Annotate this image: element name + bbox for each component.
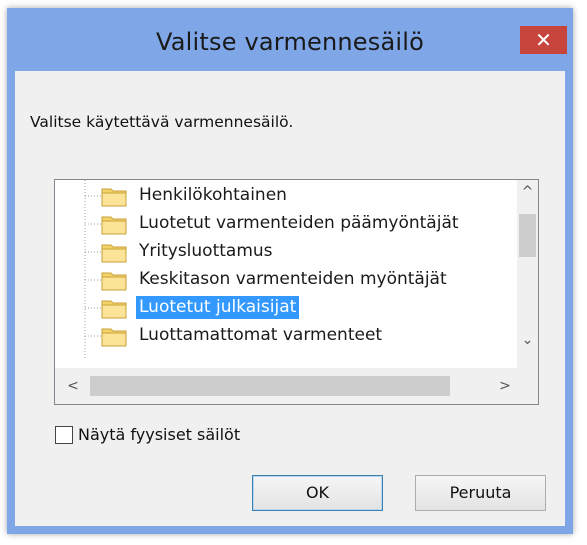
close-button[interactable]: ✕ xyxy=(520,26,567,54)
vertical-scroll-thumb[interactable] xyxy=(519,214,536,257)
tree-item-label: Keskitason varmenteiden myöntäjät xyxy=(139,269,447,289)
folder-icon xyxy=(101,328,127,347)
instruction-text: Valitse käytettävä varmennesäilö. xyxy=(30,113,294,131)
close-icon: ✕ xyxy=(535,28,552,52)
scrollbar-corner xyxy=(517,368,538,404)
show-physical-checkbox[interactable] xyxy=(55,426,73,444)
title-bar: Valitse varmennesäilö ✕ xyxy=(7,8,573,71)
scroll-down-button[interactable]: ⌄ xyxy=(517,330,538,350)
scroll-right-button[interactable]: > xyxy=(495,376,515,396)
show-physical-label[interactable]: Näytä fyysiset säilöt xyxy=(78,425,240,444)
tree-item-label: Yritysluottamus xyxy=(139,241,273,261)
tree-item-intermediate-ca[interactable]: Keskitason varmenteiden myöntäjät xyxy=(101,266,521,294)
tree-item-label: Henkilökohtainen xyxy=(139,185,287,205)
show-physical-stores[interactable]: Näytä fyysiset säilöt xyxy=(55,424,355,448)
horizontal-scroll-thumb[interactable] xyxy=(90,376,450,396)
tree-item-label: Luottamattomat varmenteet xyxy=(139,325,383,345)
tree-item-untrusted[interactable]: Luottamattomat varmenteet xyxy=(101,322,521,350)
folder-icon xyxy=(101,272,127,291)
scroll-left-button[interactable]: < xyxy=(63,376,83,396)
scroll-up-button[interactable]: ^ xyxy=(517,182,538,202)
tree-item-personal[interactable]: Henkilökohtainen xyxy=(101,182,521,210)
vertical-scrollbar[interactable]: ^ ⌄ xyxy=(517,180,538,368)
cancel-button[interactable]: Peruuta xyxy=(415,475,546,511)
store-tree[interactable]: Henkilökohtainen Luotetut varmenteiden p… xyxy=(54,179,539,405)
folder-icon xyxy=(101,300,127,319)
ok-button[interactable]: OK xyxy=(252,475,383,511)
tree-item-label: Luotetut varmenteiden päämyöntäjät xyxy=(139,213,459,233)
horizontal-scrollbar[interactable]: < > xyxy=(55,368,517,404)
tree-item-label-selected: Luotetut julkaisijat xyxy=(136,296,300,319)
tree-item-trusted-root[interactable]: Luotetut varmenteiden päämyöntäjät xyxy=(101,210,521,238)
dialog-window: Valitse varmennesäilö ✕ Valitse käytettä… xyxy=(7,8,573,534)
folder-icon xyxy=(101,188,127,207)
dialog-body: Valitse käytettävä varmennesäilö. Henkil… xyxy=(15,71,565,526)
window-title: Valitse varmennesäilö xyxy=(155,28,425,56)
tree-item-enterprise-trust[interactable]: Yritysluottamus xyxy=(101,238,521,266)
folder-icon xyxy=(101,216,127,235)
tree-item-trusted-publishers[interactable]: Luotetut julkaisijat xyxy=(101,294,521,322)
folder-icon xyxy=(101,244,127,263)
